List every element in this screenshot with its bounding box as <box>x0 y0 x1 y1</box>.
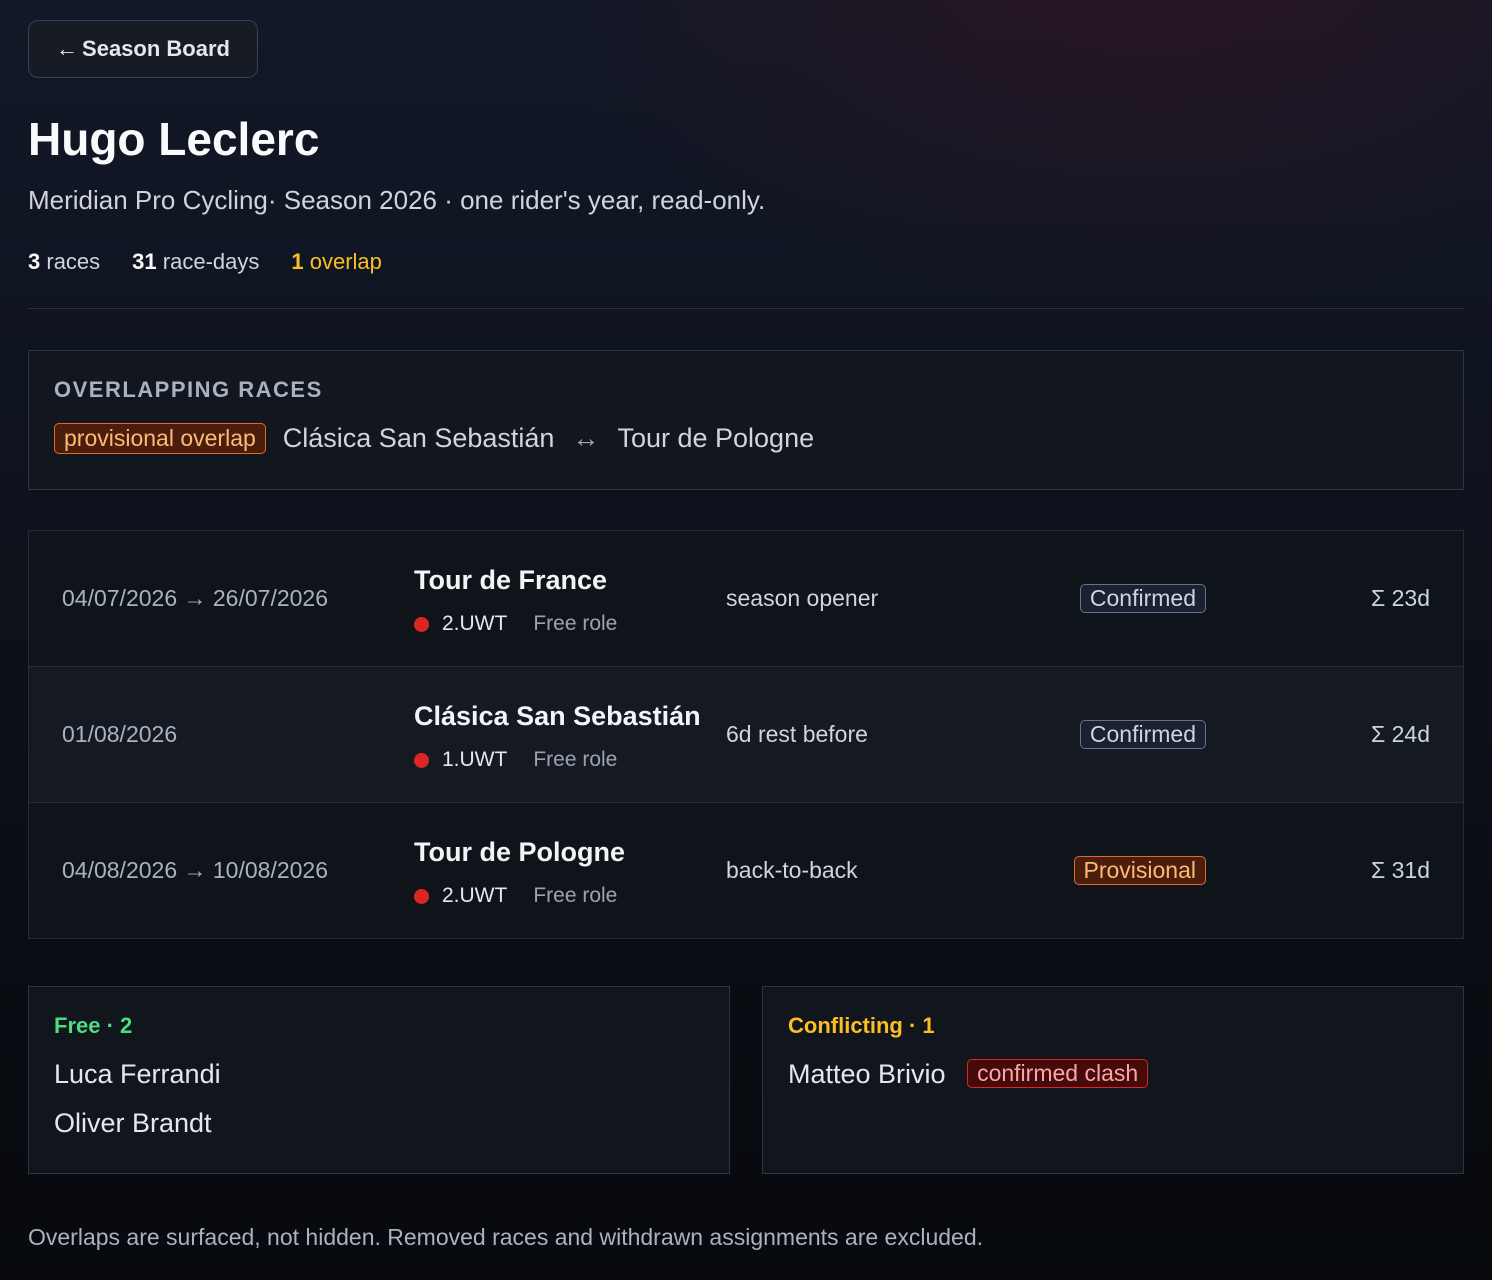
conflicting-riders-card: Conflicting · 1 Matteo Brivio confirmed … <box>762 986 1464 1174</box>
stat-races: 3 races <box>28 249 101 274</box>
race-class: 2.UWT <box>442 612 508 635</box>
category-dot-icon <box>414 616 429 632</box>
overlapping-races-panel: OVERLAPPING RACES provisional overlap Cl… <box>28 350 1464 490</box>
race-row: 04/07/2026 → 26/07/2026 Tour de France 2… <box>29 531 1463 667</box>
arrow-left-icon: ← <box>56 36 79 61</box>
stat-overlap: 1 overlap <box>291 249 382 274</box>
back-button-label: Season Board <box>82 36 230 61</box>
status-badge: Confirmed <box>1079 584 1206 613</box>
overlap-race-b: Tour de Pologne <box>617 423 815 453</box>
status-badge: Provisional <box>1073 856 1206 885</box>
race-name: Clásica San Sebastián <box>414 701 701 731</box>
free-riders-card: Free · 2 Luca Ferrandi Oliver Brandt <box>28 986 730 1174</box>
category-dot-icon <box>414 752 429 768</box>
free-rider: Luca Ferrandi <box>54 1059 221 1089</box>
provisional-overlap-badge: provisional overlap <box>54 423 266 454</box>
divider <box>28 308 1464 309</box>
race-meta: 1.UWT Free role <box>414 748 617 772</box>
page-subtitle: Meridian Pro Cycling· Season 2026 · one … <box>28 185 766 215</box>
race-row: 01/08/2026 Clásica San Sebastián 1.UWT F… <box>29 667 1463 803</box>
category-dot-icon <box>414 888 429 904</box>
race-class: 1.UWT <box>442 748 508 771</box>
race-class: 2.UWT <box>442 884 508 907</box>
footer-note: Overlaps are surfaced, not hidden. Remov… <box>28 1224 984 1250</box>
cumulative-days: Σ 24d <box>1371 721 1430 747</box>
race-name: Tour de Pologne <box>414 837 625 867</box>
overlap-race-a: Clásica San Sebastián <box>282 423 555 453</box>
race-meta: 2.UWT Free role <box>414 884 617 908</box>
stat-race-days: 31 race-days <box>132 249 260 274</box>
status-badge: Confirmed <box>1079 720 1206 749</box>
conflicting-rider-name: Matteo Brivio <box>788 1059 946 1089</box>
cumulative-days: Σ 31d <box>1371 857 1430 883</box>
conflicting-riders-heading: Conflicting · 1 <box>788 1013 935 1038</box>
race-row: 04/08/2026 → 10/08/2026 Tour de Pologne … <box>29 803 1463 938</box>
race-meta: 2.UWT Free role <box>414 612 617 636</box>
race-dates: 04/08/2026 → 10/08/2026 <box>62 857 329 883</box>
race-schedule-table: 04/07/2026 → 26/07/2026 Tour de France 2… <box>28 530 1464 939</box>
stats-bar: 3 races 31 race-days 1 overlap <box>28 249 414 275</box>
free-rider: Oliver Brandt <box>54 1108 212 1138</box>
confirmed-clash-badge: confirmed clash <box>967 1059 1149 1088</box>
race-note: back-to-back <box>726 857 858 883</box>
race-note: 6d rest before <box>726 721 868 747</box>
rider-role: Free role <box>533 884 618 907</box>
free-riders-heading: Free · 2 <box>54 1013 133 1038</box>
race-name: Tour de France <box>414 565 608 595</box>
rider-role: Free role <box>533 612 618 635</box>
back-to-season-board-button[interactable]: ← Season Board <box>28 20 258 78</box>
overlap-item: provisional overlap Clásica San Sebastiá… <box>54 423 1438 454</box>
page-title: Hugo Leclerc <box>28 113 320 165</box>
race-dates: 04/07/2026 → 26/07/2026 <box>62 585 329 611</box>
double-arrow-icon: ↔ <box>572 423 600 453</box>
rider-role: Free role <box>533 748 618 771</box>
race-dates: 01/08/2026 <box>62 721 178 747</box>
cumulative-days: Σ 23d <box>1371 585 1430 611</box>
conflicting-rider: Matteo Brivio confirmed clash <box>788 1059 1438 1090</box>
overlapping-races-heading: OVERLAPPING RACES <box>54 377 323 402</box>
race-note: season opener <box>726 585 879 611</box>
